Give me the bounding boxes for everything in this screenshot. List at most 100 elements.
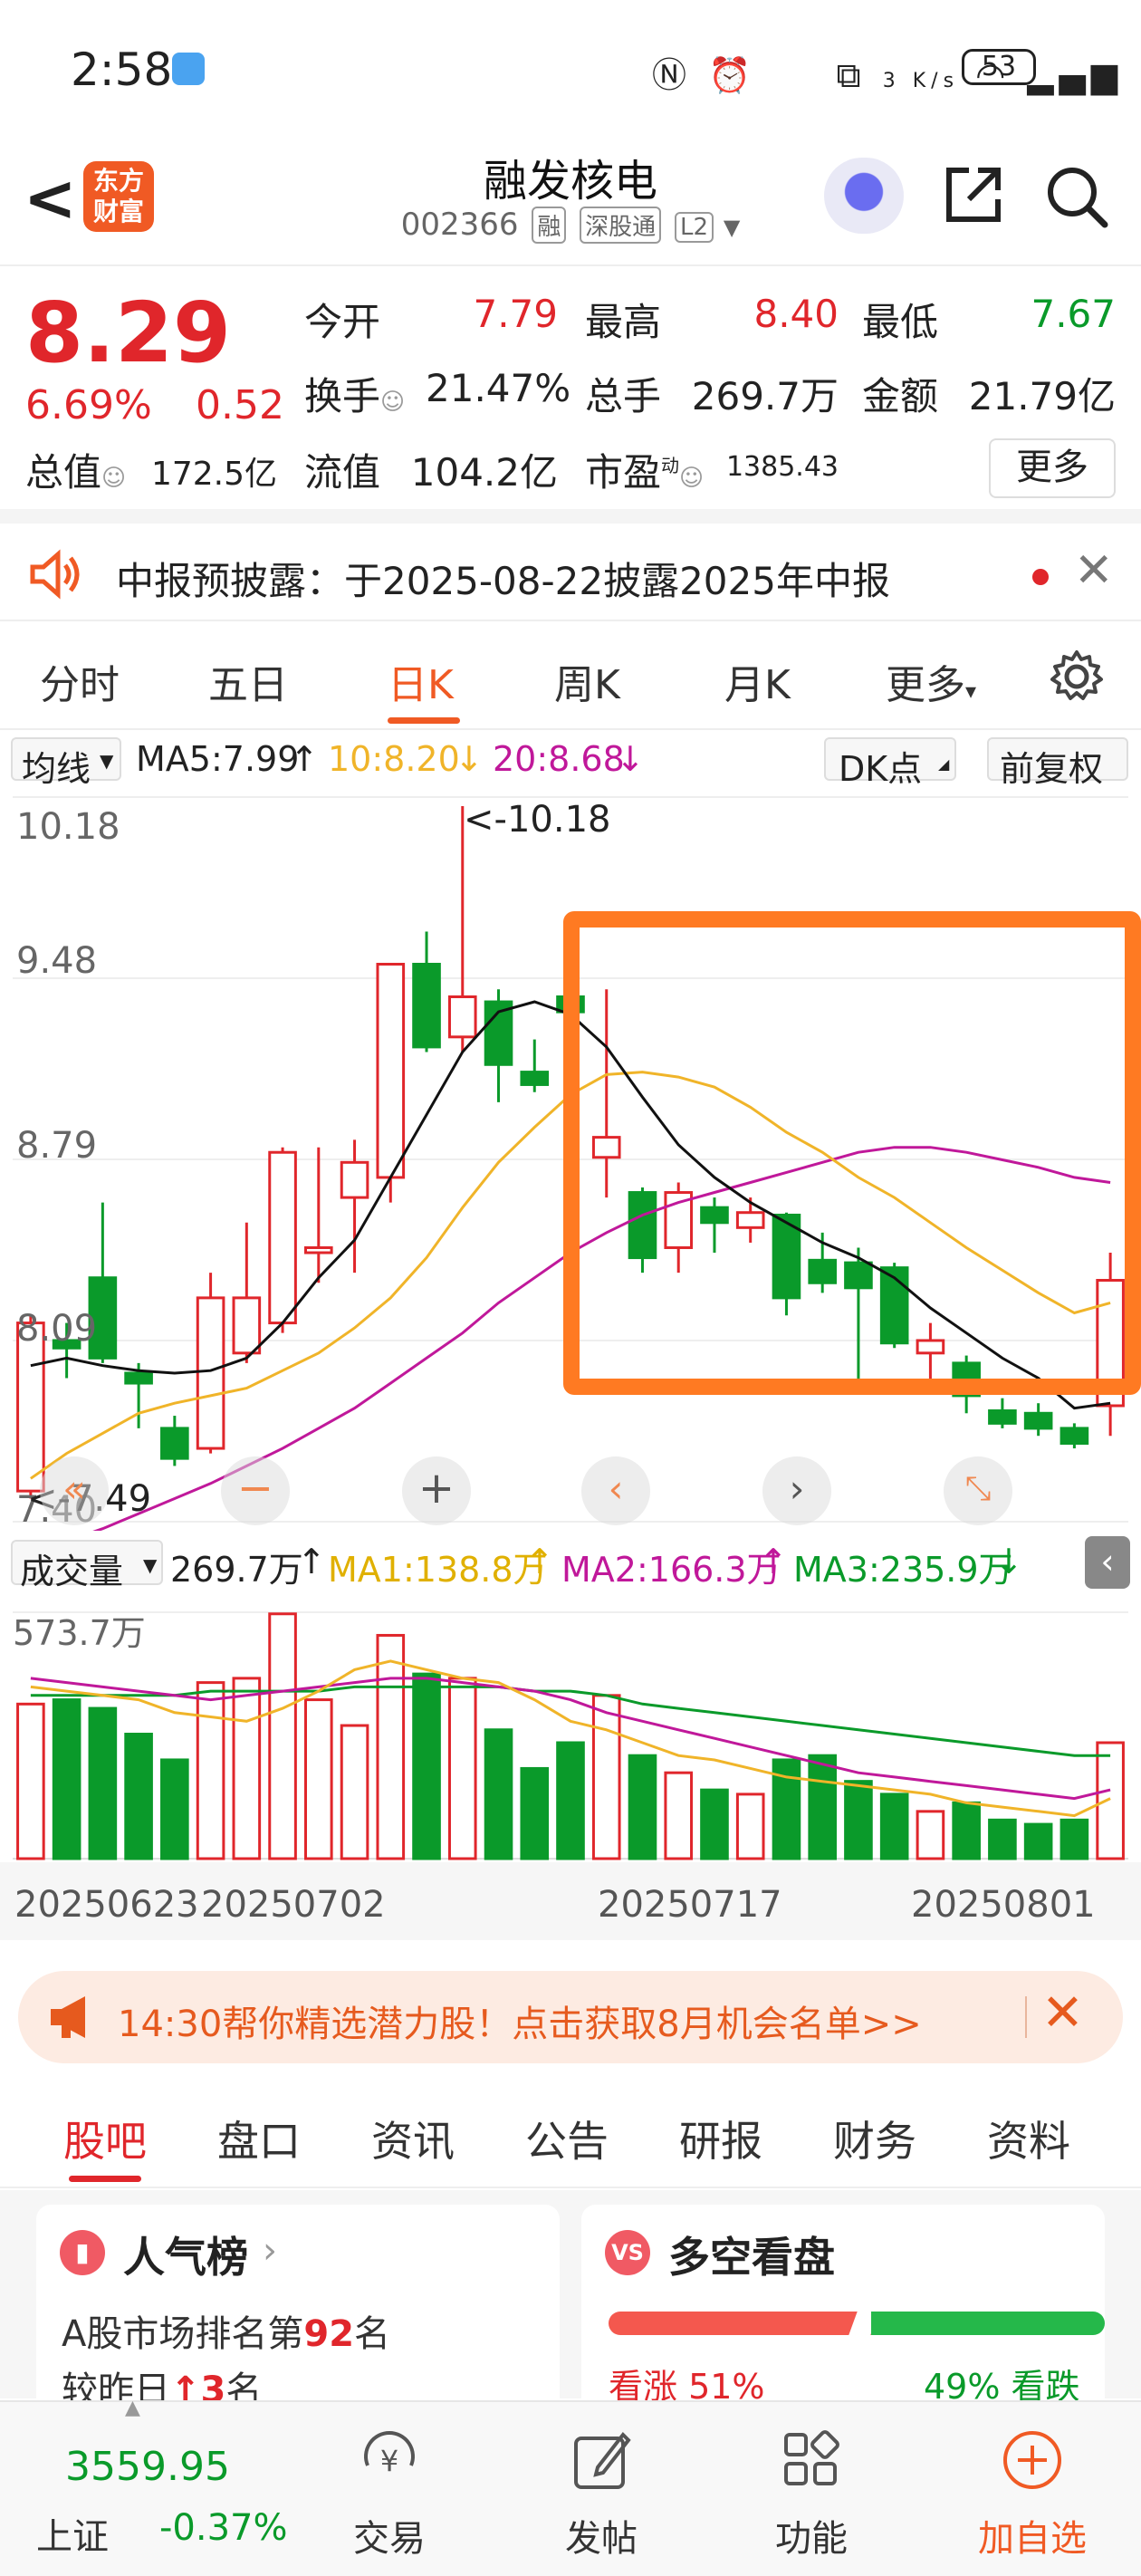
nav-trade-label: 交易 (353, 2518, 426, 2560)
more-button[interactable]: 更多 (989, 438, 1116, 498)
nav-functions[interactable]: 功能 (721, 2402, 902, 2576)
quote-panel: 8.29 6.69% 0.52 今开 7.79 最高 8.40 最低 7.67 … (0, 264, 1141, 507)
chevron-right-icon: › (263, 2230, 277, 2272)
search-icon[interactable] (1043, 163, 1110, 230)
app-notification-icon (172, 53, 205, 85)
zoom-out-icon[interactable]: − (221, 1456, 290, 1525)
scroll-right-icon[interactable]: › (762, 1456, 831, 1525)
volume-legend: 成交量 ▼ 269.7万 ↑ MA1:138.8万 ↑ MA2:166.3万 ↑ … (0, 1533, 1141, 1594)
tab-daily-k[interactable]: 日K (388, 652, 454, 710)
turnover-value: 21.47% (426, 366, 571, 410)
promo-banner[interactable]: 14:30帮你精选潜力股！点击获取8月机会名单>> ✕ (18, 1971, 1123, 2063)
volume-bar (268, 1612, 297, 1860)
stock-header: < 东方财富 融发核电 002366 融 深股通 L2 ▼ (0, 136, 1141, 263)
volume-bar (447, 1677, 477, 1860)
settings-gear-icon[interactable] (1049, 649, 1105, 705)
unread-dot (1032, 569, 1049, 585)
promo-close-icon[interactable]: ✕ (1041, 1984, 1084, 2043)
volume-arrow: ↑ (297, 1542, 326, 1581)
volume-bar (664, 1771, 694, 1860)
candle-body (1023, 1411, 1053, 1430)
kline-chart[interactable]: 10.18 9.48 8.79 8.09 7.40 <-10.18 <-7.49… (0, 788, 1141, 1531)
fullscreen-icon[interactable]: ⤡ (944, 1456, 1012, 1525)
collapse-panel-icon[interactable]: ‹ (1085, 1536, 1130, 1589)
scroll-left-icon[interactable]: ‹ (581, 1456, 650, 1525)
vol-ma2-label: MA2:166.3万 (561, 1550, 781, 1590)
scroll-left-fast-icon[interactable]: « (40, 1456, 109, 1525)
date-label-1: 20250623 (14, 1884, 199, 1926)
app-screen: 2:58 Ⓝ ⏰ ⧉ 3 K/s ◠ ▂▄▆ 53 < 东方财富 融发核电 00… (0, 0, 1141, 2576)
tab-profile[interactable]: 资料 (987, 2109, 1070, 2168)
volume-bar (412, 1672, 441, 1860)
volume-bar (124, 1733, 153, 1860)
volume-bar (160, 1758, 189, 1860)
tab-financials[interactable]: 财务 (833, 2109, 916, 2168)
tab-news[interactable]: 资讯 (371, 2109, 455, 2168)
tab-announcements[interactable]: 公告 (525, 2109, 609, 2168)
add-circle-icon (1003, 2431, 1061, 2489)
megaphone-icon (51, 1996, 85, 2038)
volume-bar (88, 1706, 118, 1860)
pe-label: 市盈动☺ (585, 450, 705, 495)
vol-ma3-arrow: ↓ (994, 1542, 1023, 1581)
index-change[interactable]: -0.37% (159, 2507, 288, 2549)
status-bar: 2:58 Ⓝ ⏰ ⧉ 3 K/s ◠ ▂▄▆ 53 (0, 0, 1141, 136)
net-speed: 3 K/s (882, 70, 960, 92)
bull-bear-card[interactable]: VS 多空看盘 看涨 51% 49% 看跌 (581, 2205, 1105, 2422)
level2-tag[interactable]: L2 (674, 212, 714, 243)
tab-weekly-k[interactable]: 周K (554, 652, 620, 710)
volume-bar (844, 1780, 873, 1860)
notice-bar[interactable]: 中报预披露：于2025-08-22披露2025年中报 ✕ (0, 509, 1141, 621)
nav-post[interactable]: 发帖 (511, 2402, 692, 2576)
tab-intraday[interactable]: 分时 (40, 652, 120, 710)
volume-selector[interactable]: 成交量 ▼ (11, 1540, 163, 1591)
candle-body (988, 1409, 1017, 1425)
float-cap-label: 流值 (304, 450, 381, 495)
tab-forum[interactable]: 股吧 (63, 2109, 147, 2168)
popularity-card[interactable]: ▮ 人气榜 › A股市场排名第92名 较昨日↑3名 (36, 2205, 560, 2422)
active-content-tab-indicator (69, 2176, 141, 2182)
grid-functions-icon (784, 2430, 839, 2485)
cards-area: ▮ 人气榜 › A股市场排名第92名 较昨日↑3名 VS 多空看盘 看涨 51%… (0, 2190, 1141, 2422)
share-icon[interactable] (942, 163, 1005, 226)
nav-add-watchlist[interactable]: 加自选 (942, 2402, 1123, 2576)
volume-bar (628, 1754, 657, 1860)
candle-body (232, 1296, 262, 1355)
tab-research[interactable]: 研报 (679, 2109, 762, 2168)
tab-monthly-k[interactable]: 月K (724, 652, 791, 710)
candle-body (376, 962, 406, 1179)
adjust-selector[interactable]: 前复权 (987, 737, 1128, 789)
ma10-label: 10:8.20 (328, 739, 460, 779)
tab-five-day[interactable]: 五日 (208, 652, 288, 710)
candle-body (160, 1427, 189, 1460)
candle-body (196, 1296, 225, 1450)
tab-more[interactable]: 更多▾ (886, 652, 976, 710)
ma-selector[interactable]: 均线 ▼ (11, 737, 121, 789)
bull-bar (609, 2312, 875, 2335)
volume-bar (735, 1793, 765, 1860)
float-cap-value: 104.2亿 (410, 450, 558, 495)
candle-body (520, 1071, 550, 1086)
turnover-label: 换手☺ (304, 374, 406, 418)
price-label-4: 8.09 (16, 1308, 98, 1350)
nav-trade[interactable]: ¥ 交易 (299, 2402, 480, 2576)
index-name[interactable]: 上证 (36, 2507, 109, 2560)
close-icon[interactable]: ✕ (1074, 543, 1114, 598)
dropdown-icon[interactable]: ▼ (724, 215, 740, 240)
tab-orderbook[interactable]: 盘口 (217, 2109, 301, 2168)
amount-value: 21.79亿 (968, 374, 1116, 418)
ma10-arrow: ↓ (455, 739, 484, 779)
vibrate-icon: ⧉ (836, 55, 867, 95)
pe-value: 1385.43 (725, 451, 839, 483)
price-label-top: 10.18 (16, 806, 120, 848)
vs-icon: VS (605, 2230, 650, 2275)
volume-bar (484, 1728, 513, 1860)
index-value[interactable]: 3559.95 (65, 2444, 230, 2490)
zoom-in-icon[interactable]: + (402, 1456, 471, 1525)
dk-point-toggle[interactable]: DK点 ◢ (824, 737, 956, 789)
ai-assistant-icon[interactable] (824, 158, 904, 234)
promo-divider (1025, 1996, 1027, 2038)
change-percent: 6.69% (25, 382, 152, 428)
volume-bar (1096, 1741, 1125, 1860)
amount-label: 金额 (862, 374, 939, 418)
